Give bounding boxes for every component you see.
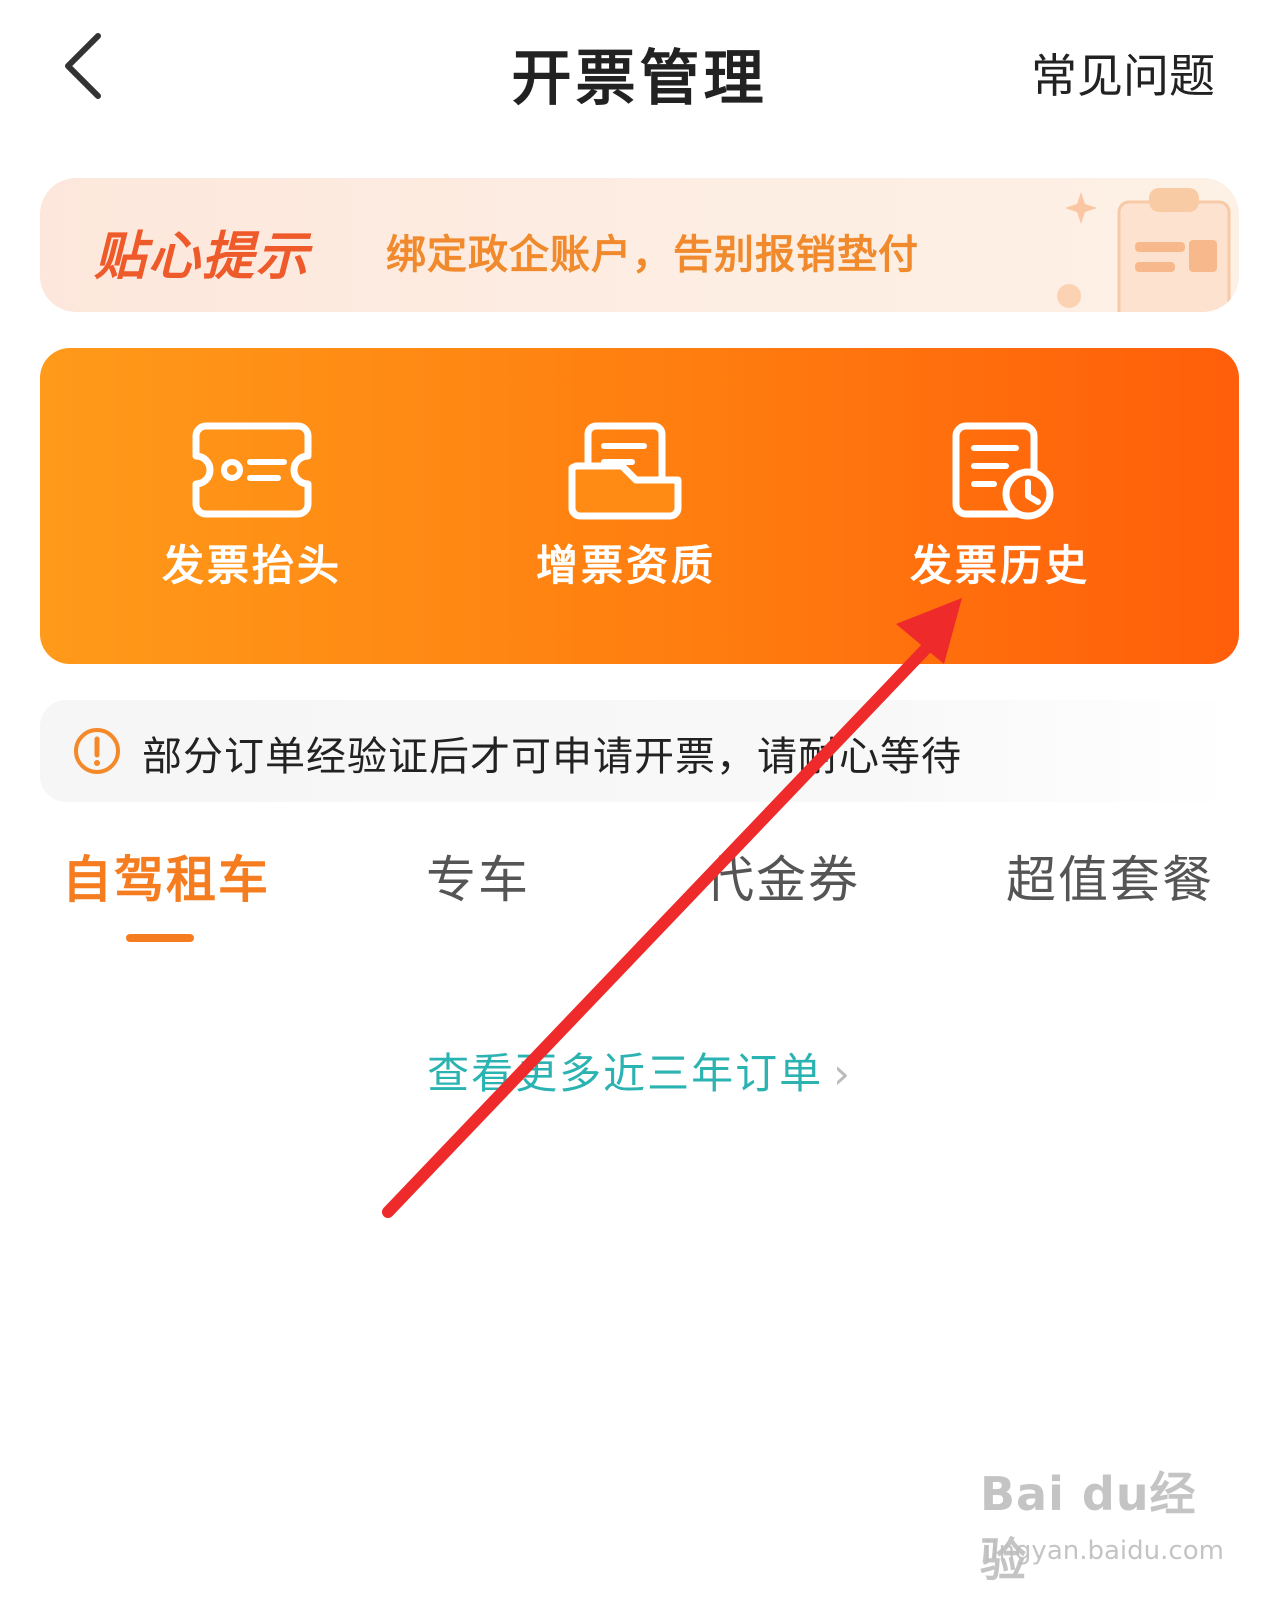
warning-circle-icon	[74, 728, 120, 774]
tab-value-package[interactable]: 超值套餐	[1006, 840, 1214, 912]
invoice-history-label: 发票历史	[909, 541, 1090, 590]
invoice-action-card: 发票抬头 增票资质 发票历史	[40, 348, 1239, 664]
notice-text: 部分订单经验证后才可申请开票，请耐心等待	[142, 734, 962, 780]
category-tabs: 自驾租车 专车 代金券 超值套餐	[0, 830, 1279, 950]
tab-self-drive[interactable]: 自驾租车	[62, 840, 270, 912]
qualification-icon	[568, 422, 682, 520]
clipboard-illustration-icon	[1057, 188, 1231, 312]
more-orders-label: 查看更多近三年订单	[427, 1049, 824, 1098]
chevron-right-icon: ›	[833, 1049, 852, 1098]
watermark: Bai du经验 jingyan.baidu.com	[980, 1458, 1230, 1588]
vat-qualification-button[interactable]: 增票资质	[476, 348, 776, 664]
tip-banner[interactable]: 贴心提示 绑定政企账户，告别报销垫付	[40, 178, 1239, 312]
tab-chauffeur[interactable]: 专车	[426, 840, 530, 912]
watermark-logo: Bai du经验	[980, 1467, 1197, 1587]
tab-voucher[interactable]: 代金券	[704, 840, 860, 912]
vat-qualification-label: 增票资质	[535, 541, 716, 590]
tip-title: 贴心提示	[94, 227, 311, 287]
active-tab-indicator	[126, 934, 194, 942]
tip-text: 绑定政企账户，告别报销垫付	[386, 232, 919, 278]
invoice-title-button[interactable]: 发票抬头	[102, 348, 402, 664]
invoice-history-icon	[952, 422, 1054, 520]
faq-link[interactable]: 常见问题	[1031, 40, 1215, 106]
invoice-title-label: 发票抬头	[161, 541, 342, 590]
invoice-history-button[interactable]: 发票历史	[850, 348, 1150, 664]
invoice-title-icon	[192, 422, 312, 518]
top-bar: 开票管理 常见问题	[0, 0, 1279, 140]
notice-bar: 部分订单经验证后才可申请开票，请耐心等待	[40, 700, 1239, 802]
more-orders-link[interactable]: 查看更多近三年订单 ›	[0, 1040, 1279, 1101]
watermark-url: jingyan.baidu.com	[984, 1536, 1224, 1566]
